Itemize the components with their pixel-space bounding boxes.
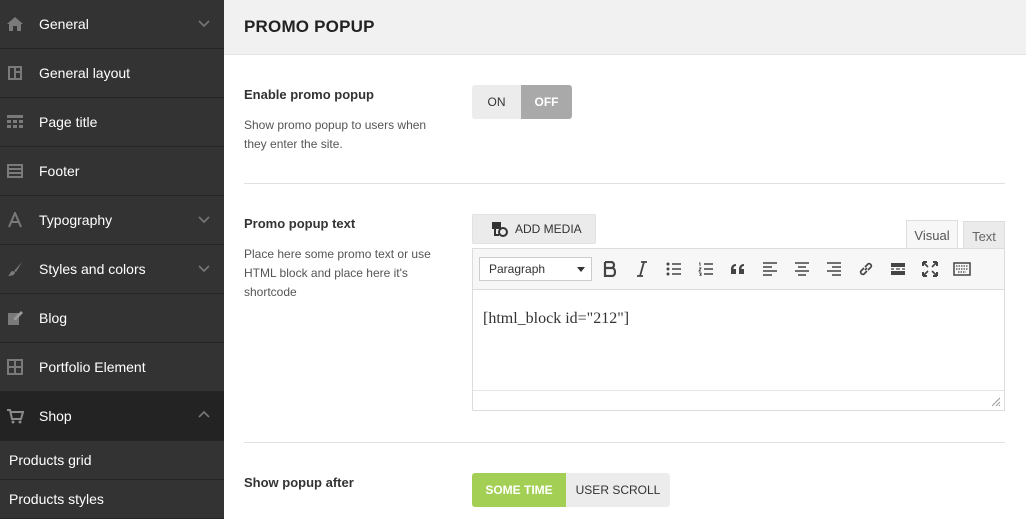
toolbar-toggle-button[interactable]: [952, 259, 972, 279]
chevron-down-icon: [198, 216, 210, 224]
align-left-button[interactable]: [760, 259, 780, 279]
numbered-list-button[interactable]: [696, 259, 716, 279]
page-header: PROMO POPUP: [224, 0, 1026, 55]
italic-button[interactable]: [632, 259, 652, 279]
bold-button[interactable]: [600, 259, 620, 279]
sidebar-item-label: Page title: [39, 114, 98, 130]
fullscreen-icon: [922, 261, 938, 277]
italic-icon: [637, 261, 647, 277]
edit-icon: [6, 309, 24, 327]
sidebar-item-label: Portfolio Element: [39, 359, 146, 375]
enable-promo-description: Show promo popup to users when they ente…: [244, 118, 427, 151]
page-title: PROMO POPUP: [244, 17, 375, 36]
sidebar-item-typography[interactable]: Typography: [0, 196, 224, 245]
enable-promo-toggle: ON OFF: [472, 85, 572, 119]
align-left-icon: [763, 262, 777, 276]
align-right-button[interactable]: [824, 259, 844, 279]
main-panel: PROMO POPUP Enable promo popup Show prom…: [224, 0, 1026, 519]
sidebar-item-footer[interactable]: Footer: [0, 147, 224, 196]
toggle-off-button[interactable]: OFF: [521, 85, 572, 119]
cart-icon: [6, 407, 24, 425]
show-popup-after-title: Show popup after: [244, 475, 354, 490]
insert-link-button[interactable]: [856, 259, 876, 279]
bold-icon: [603, 261, 617, 277]
promo-text-title: Promo popup text: [244, 216, 356, 231]
show-popup-after-toggle: SOME TIME USER SCROLL: [472, 473, 670, 507]
sidebar-item-shop[interactable]: Shop: [0, 392, 224, 441]
blockquote-button[interactable]: [728, 259, 748, 279]
sidebar-item-label: General: [39, 16, 89, 32]
fullscreen-button[interactable]: [920, 259, 940, 279]
brush-icon: [6, 260, 24, 278]
keyboard-icon: [953, 262, 971, 276]
sidebar-item-label: Typography: [39, 212, 113, 228]
sidebar-item-styles-colors[interactable]: Styles and colors: [0, 245, 224, 294]
divider: [244, 442, 1005, 443]
sidebar-item-general[interactable]: General: [0, 0, 224, 49]
font-icon: [6, 211, 24, 229]
bullet-list-icon: [666, 262, 681, 276]
grid-icon: [6, 113, 24, 131]
resize-handle-icon[interactable]: [991, 397, 1001, 407]
chevron-up-icon: [198, 410, 210, 418]
chevron-down-icon: [198, 265, 210, 273]
bullet-list-button[interactable]: [664, 259, 684, 279]
link-icon: [859, 262, 873, 276]
caret-down-icon: [577, 267, 585, 272]
sidebar-item-general-layout[interactable]: General layout: [0, 49, 224, 98]
divider: [244, 183, 1005, 184]
promo-text-description: Place here some promo text or use HTML b…: [244, 247, 431, 299]
chevron-down-icon: [198, 20, 210, 28]
align-center-icon: [795, 262, 809, 276]
add-media-button[interactable]: ADD MEDIA: [472, 214, 596, 244]
toggle-on-button[interactable]: ON: [472, 85, 521, 119]
read-more-button[interactable]: [888, 259, 908, 279]
sidebar-item-label: Styles and colors: [39, 261, 146, 277]
user-scroll-button[interactable]: USER SCROLL: [566, 473, 670, 507]
home-icon: [6, 15, 24, 33]
enable-promo-title: Enable promo popup: [244, 87, 374, 102]
numbered-list-icon: [698, 262, 713, 276]
sidebar-item-page-title[interactable]: Page title: [0, 98, 224, 147]
editor-status-bar: [473, 390, 1004, 410]
footer-icon: [6, 162, 24, 180]
sidebar-item-label: Footer: [39, 163, 80, 179]
some-time-button[interactable]: SOME TIME: [472, 473, 566, 507]
sidebar-subitem-products-grid[interactable]: Products grid: [0, 441, 224, 480]
format-select-value: Paragraph: [489, 262, 546, 276]
editor-content[interactable]: [html_block id="212"]: [473, 290, 1004, 390]
sidebar-item-label: Shop: [39, 408, 72, 424]
sidebar-item-portfolio[interactable]: Portfolio Element: [0, 343, 224, 392]
tab-visual[interactable]: Visual: [906, 220, 958, 249]
format-select[interactable]: Paragraph: [479, 257, 592, 281]
layout-icon: [6, 64, 24, 82]
sidebar-subitem-products-styles[interactable]: Products styles: [0, 480, 224, 519]
editor-toolbar: Paragraph: [473, 249, 1004, 290]
tab-text[interactable]: Text: [963, 221, 1005, 250]
read-more-icon: [891, 263, 905, 275]
align-right-icon: [827, 262, 841, 276]
sidebar-item-blog[interactable]: Blog: [0, 294, 224, 343]
rich-text-editor: Paragraph [html_block id="212"]: [472, 248, 1005, 411]
sidebar-item-label: General layout: [39, 65, 131, 81]
sidebar-item-label: Blog: [39, 310, 68, 326]
media-icon: [491, 221, 509, 237]
portfolio-icon: [6, 358, 24, 376]
add-media-label: ADD MEDIA: [515, 222, 582, 236]
quote-icon: [731, 264, 744, 274]
align-center-button[interactable]: [792, 259, 812, 279]
sidebar: General General layout Page title Footer…: [0, 0, 224, 519]
